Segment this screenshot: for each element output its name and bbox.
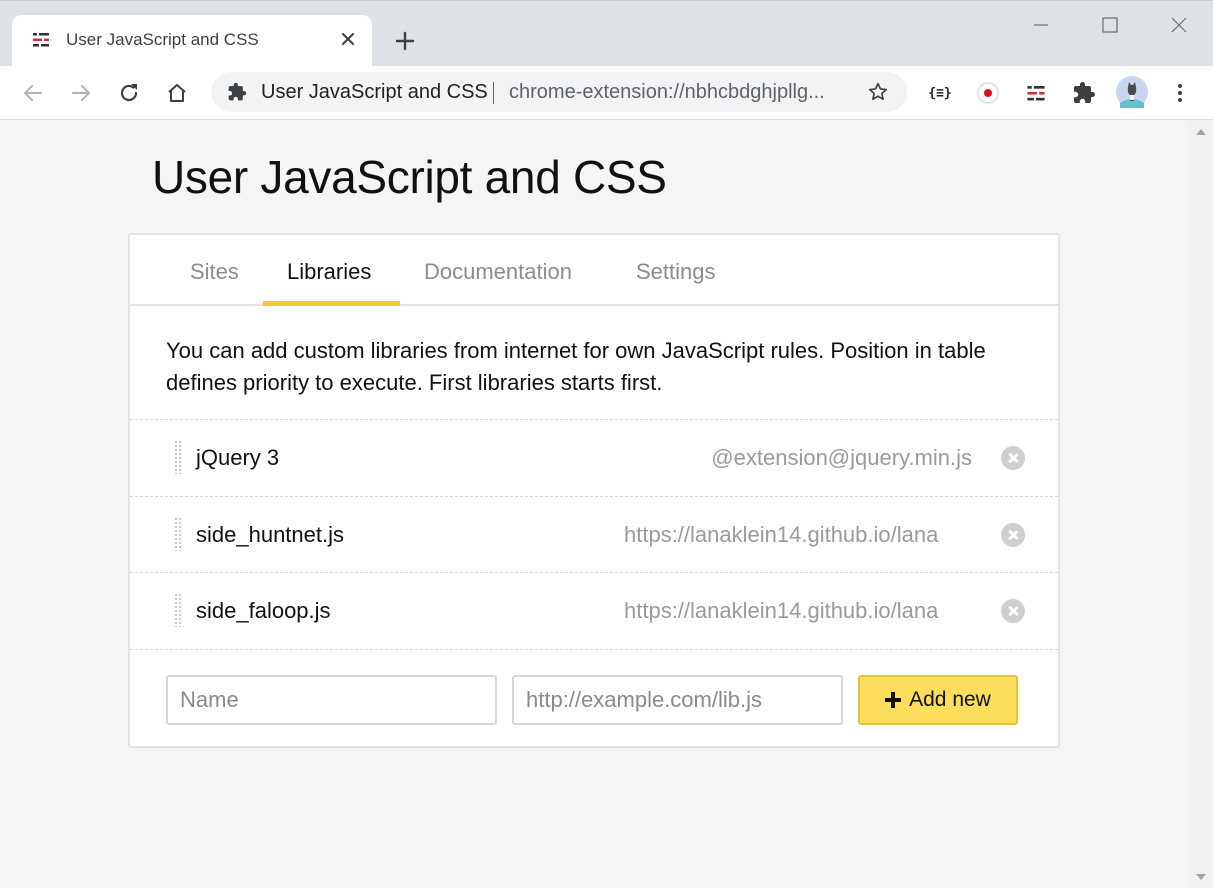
- browser-tabstrip: User JavaScript and CSS: [0, 0, 1213, 67]
- address-bar[interactable]: User JavaScript and CSS chrome-extension…: [211, 72, 907, 112]
- puzzle-icon: [228, 82, 247, 101]
- library-row: side_faloop.js https://lanaklein14.githu…: [130, 572, 1058, 649]
- tab-title: User JavaScript and CSS: [66, 30, 259, 49]
- record-extension-button[interactable]: [975, 80, 1001, 106]
- library-url: @extension@jquery.min.js: [711, 445, 972, 470]
- add-new-label: Add new: [909, 688, 991, 711]
- tab-settings[interactable]: Settings: [636, 259, 716, 285]
- forward-arrow-icon: [72, 85, 90, 101]
- library-name: side_huntnet.js: [196, 522, 344, 547]
- address-bar-separator: [493, 82, 494, 104]
- extensions-puzzle-icon: [1074, 82, 1095, 103]
- add-new-button[interactable]: Add new: [858, 675, 1018, 725]
- library-url-input[interactable]: [512, 675, 843, 725]
- drag-handle-icon[interactable]: [174, 593, 182, 627]
- reload-button[interactable]: [116, 80, 142, 106]
- drag-handle-icon[interactable]: [174, 517, 182, 551]
- avatar: [1116, 76, 1148, 108]
- kebab-menu-icon: [1178, 84, 1182, 102]
- back-arrow-icon: [24, 85, 42, 101]
- library-name: jQuery 3: [196, 445, 280, 470]
- record-icon: [977, 82, 999, 104]
- library-url: https://lanaklein14.github.io/lana: [624, 598, 939, 623]
- library-name-input[interactable]: [166, 675, 497, 725]
- json-extension-button[interactable]: {≡}: [927, 80, 953, 106]
- close-tab-icon[interactable]: [338, 29, 358, 49]
- extensions-menu-button[interactable]: [1071, 80, 1097, 106]
- window-close-icon[interactable]: [1167, 13, 1191, 37]
- braces-icon: {≡}: [928, 85, 952, 101]
- user-js-icon: [1027, 85, 1045, 100]
- address-bar-url: chrome-extension://nbhcbdghjpllg...: [509, 81, 825, 103]
- library-name: side_faloop.js: [196, 598, 331, 623]
- home-icon: [168, 84, 186, 102]
- new-tab-icon[interactable]: [393, 29, 417, 53]
- maximize-icon[interactable]: [1098, 13, 1122, 37]
- minimize-icon[interactable]: [1029, 13, 1053, 37]
- tab-documentation[interactable]: Documentation: [424, 259, 572, 285]
- browser-tab[interactable]: User JavaScript and CSS: [12, 15, 372, 67]
- scroll-up-arrow-icon[interactable]: [1196, 129, 1206, 135]
- delete-library-icon[interactable]: [1001, 523, 1025, 547]
- back-button[interactable]: [20, 80, 46, 106]
- extension-favicon-icon: [33, 33, 49, 47]
- library-row: jQuery 3 @extension@jquery.min.js: [130, 419, 1058, 496]
- tab-libraries[interactable]: Libraries: [287, 259, 371, 285]
- home-button[interactable]: [164, 80, 190, 106]
- add-library-form: Add new: [130, 649, 1058, 748]
- scroll-down-arrow-icon[interactable]: [1196, 874, 1206, 880]
- active-tab-indicator: [263, 301, 400, 306]
- library-url: https://lanaklein14.github.io/lana: [624, 522, 939, 547]
- profile-button[interactable]: [1116, 76, 1148, 108]
- page-scrollbar[interactable]: [1188, 121, 1213, 888]
- library-row: side_huntnet.js https://lanaklein14.gith…: [130, 496, 1058, 573]
- bookmark-star-icon[interactable]: [867, 81, 889, 103]
- browser-toolbar: User JavaScript and CSS chrome-extension…: [0, 66, 1213, 120]
- page-title: User JavaScript and CSS: [152, 151, 667, 203]
- delete-library-icon[interactable]: [1001, 599, 1025, 623]
- reload-icon: [120, 84, 138, 102]
- forward-button[interactable]: [68, 80, 94, 106]
- browser-menu-button[interactable]: [1167, 80, 1193, 106]
- user-js-extension-button[interactable]: [1023, 80, 1049, 106]
- page-tabs: Sites Libraries Documentation Settings: [130, 235, 1058, 306]
- libraries-description: You can add custom libraries from intern…: [166, 338, 986, 395]
- libraries-panel: Sites Libraries Documentation Settings Y…: [128, 233, 1060, 748]
- delete-library-icon[interactable]: [1001, 446, 1025, 470]
- tab-sites[interactable]: Sites: [190, 259, 239, 285]
- address-bar-title: User JavaScript and CSS: [261, 81, 488, 103]
- plus-icon: [885, 692, 902, 708]
- drag-handle-icon[interactable]: [174, 440, 182, 474]
